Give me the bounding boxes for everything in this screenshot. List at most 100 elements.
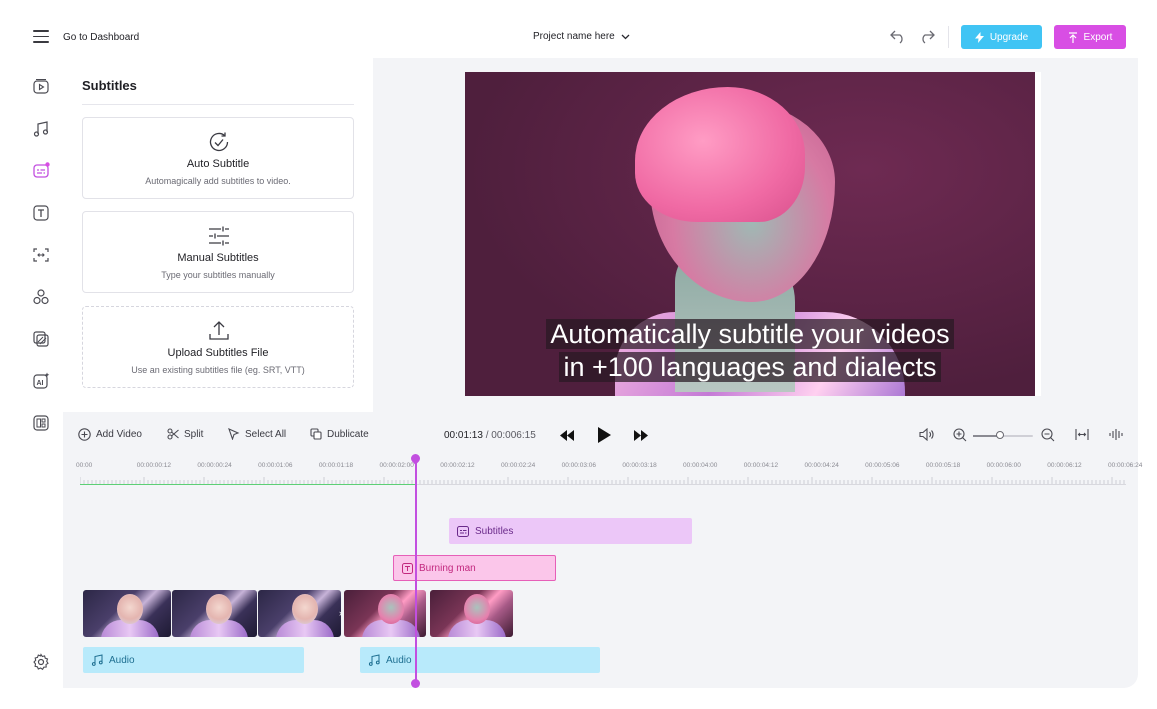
music-icon	[368, 654, 380, 666]
video-icon[interactable]	[32, 78, 50, 96]
video-clip-thumbnail[interactable]	[344, 590, 426, 637]
subtitles-panel: Subtitles Auto Subtitle Automagically ad…	[63, 58, 373, 412]
gear-icon[interactable]	[32, 653, 50, 671]
audio-clip[interactable]: Audio	[83, 647, 304, 673]
svg-text:AI: AI	[37, 380, 44, 387]
card-title: Manual Subtitles	[177, 252, 259, 264]
templates-icon[interactable]	[32, 414, 50, 432]
top-bar: Go to Dashboard Project name here Upgrad…	[0, 0, 1157, 58]
duplicate-button[interactable]: Dublicate	[310, 428, 369, 440]
volume-icon[interactable]	[919, 428, 934, 441]
split-label: Split	[184, 428, 204, 440]
video-clip-thumbnail[interactable]	[172, 590, 257, 637]
project-name-dropdown[interactable]: Project name here	[533, 31, 630, 42]
split-button[interactable]: Split	[167, 428, 203, 440]
audio-clip[interactable]: Audio	[360, 647, 600, 673]
timeline-toolbar: Add Video Split Select All Dublicate 00:…	[63, 420, 1138, 450]
play-icon[interactable]	[597, 426, 612, 444]
video-preview[interactable]: Automatically subtitle your videos in +1…	[465, 72, 1035, 396]
hamburger-icon[interactable]	[33, 30, 49, 44]
ruler-tick-label: 00:00:02:00	[379, 462, 414, 469]
go-to-dashboard-link[interactable]: Go to Dashboard	[63, 32, 139, 43]
zoom-out-icon[interactable]	[1041, 428, 1055, 442]
card-subtitle: Use an existing subtitles file (eg. SRT,…	[131, 365, 305, 375]
audio-clip-label: Audio	[109, 654, 135, 666]
ruler-tick-label: 00:00:00:12	[136, 462, 172, 469]
upgrade-label: Upgrade	[989, 31, 1029, 43]
add-video-label: Add Video	[96, 429, 142, 440]
ruler-tick-label: 00:00:06:12	[1047, 462, 1082, 469]
redo-icon[interactable]	[918, 28, 936, 44]
export-button[interactable]: Export	[1054, 25, 1126, 49]
ruler-tick-label: 00:00	[76, 462, 93, 469]
subtitles-clip[interactable]: Subtitles	[449, 518, 692, 544]
scissors-icon	[167, 428, 179, 440]
overlay-icon[interactable]	[32, 330, 50, 348]
text-clip-label: Burning man	[419, 562, 476, 574]
waveform-icon[interactable]	[1109, 428, 1123, 441]
music-icon[interactable]	[32, 120, 50, 138]
zoom-slider-handle[interactable]	[996, 431, 1004, 439]
ai-icon[interactable]: AI	[32, 372, 50, 390]
ruler-tick-label: 00:00:04:00	[683, 462, 718, 469]
auto-subtitle-icon	[209, 132, 229, 152]
ruler-tick-label: 00:00:01:06	[258, 462, 293, 469]
text-clip[interactable]: Burning man	[393, 555, 556, 581]
panel-divider	[82, 104, 354, 105]
panel-title: Subtitles	[82, 78, 137, 93]
subtitles-clip-label: Subtitles	[475, 525, 514, 537]
ruler-tick-label: 00:00:04:24	[804, 462, 839, 469]
rewind-icon[interactable]	[559, 430, 575, 441]
time-separator: /	[485, 430, 489, 441]
playhead[interactable]	[415, 458, 417, 686]
total-duration: 00:006:15	[491, 430, 536, 441]
subtitles-icon	[457, 525, 469, 537]
card-subtitle: Type your subtitles manually	[161, 270, 275, 280]
timeline-ruler[interactable]: 00:00 00:00:00:12 00:00:00:24 00:00:01:06 00…	[76, 462, 1142, 486]
upgrade-button[interactable]: Upgrade	[961, 25, 1042, 49]
auto-subtitle-card[interactable]: Auto Subtitle Automagically add subtitle…	[82, 117, 354, 199]
card-title: Upload Subtitles File	[167, 347, 269, 359]
chevron-down-icon	[621, 34, 630, 39]
preview-edge	[1035, 72, 1041, 396]
ruler-tick-label: 00:00:04:12	[743, 462, 779, 469]
zoom-slider[interactable]	[973, 431, 1033, 439]
ruler-tick-label: 00:00:06:24	[1108, 462, 1143, 469]
select-all-label: Select All	[245, 428, 287, 440]
video-clip-thumbnail[interactable]	[83, 590, 171, 637]
duplicate-label: Dublicate	[327, 428, 369, 440]
text-icon	[402, 562, 413, 574]
current-time: 00:01:13	[444, 430, 483, 441]
fast-forward-icon[interactable]	[633, 430, 649, 441]
lightning-icon	[974, 31, 984, 43]
duplicate-icon	[310, 428, 322, 440]
transitions-icon[interactable]	[32, 246, 50, 264]
select-all-button[interactable]: Select All	[228, 428, 286, 440]
subtitles-icon[interactable]	[32, 162, 50, 180]
ruler-tick-label: 00:00:03:06	[561, 462, 596, 469]
undo-icon[interactable]	[889, 28, 907, 44]
clip-transition-marker[interactable]: ›	[339, 608, 342, 618]
toolbar-divider	[948, 26, 949, 48]
ruler-tick-label: 00:00:02:12	[440, 462, 475, 469]
text-icon[interactable]	[32, 204, 50, 222]
ruler-tick-label: 00:00:05:06	[865, 462, 900, 469]
video-clip-thumbnail[interactable]	[258, 590, 341, 637]
export-label: Export	[1083, 31, 1113, 43]
upload-subtitles-card[interactable]: Upload Subtitles File Use an existing su…	[82, 306, 354, 388]
timecode: 00:01:13 / 00:006:15	[444, 430, 536, 441]
playhead-bottom-handle[interactable]	[411, 679, 420, 688]
manual-subtitles-card[interactable]: Manual Subtitles Type your subtitles man…	[82, 211, 354, 293]
export-icon	[1068, 31, 1077, 43]
card-subtitle: Automagically add subtitles to video.	[145, 176, 291, 186]
ruler-tick-label: 00:00:02:24	[500, 462, 536, 469]
elements-icon[interactable]	[32, 288, 50, 306]
ruler-tick-label: 00:00:05:18	[925, 462, 961, 469]
zoom-in-icon[interactable]	[953, 428, 967, 442]
fit-timeline-icon[interactable]	[1075, 428, 1089, 441]
add-video-button[interactable]: Add Video	[78, 428, 142, 441]
video-clip-thumbnail[interactable]	[430, 590, 513, 637]
sliders-icon	[209, 226, 229, 246]
music-icon	[91, 654, 103, 666]
ruler-tick-label: 00:00:03:18	[622, 462, 657, 469]
